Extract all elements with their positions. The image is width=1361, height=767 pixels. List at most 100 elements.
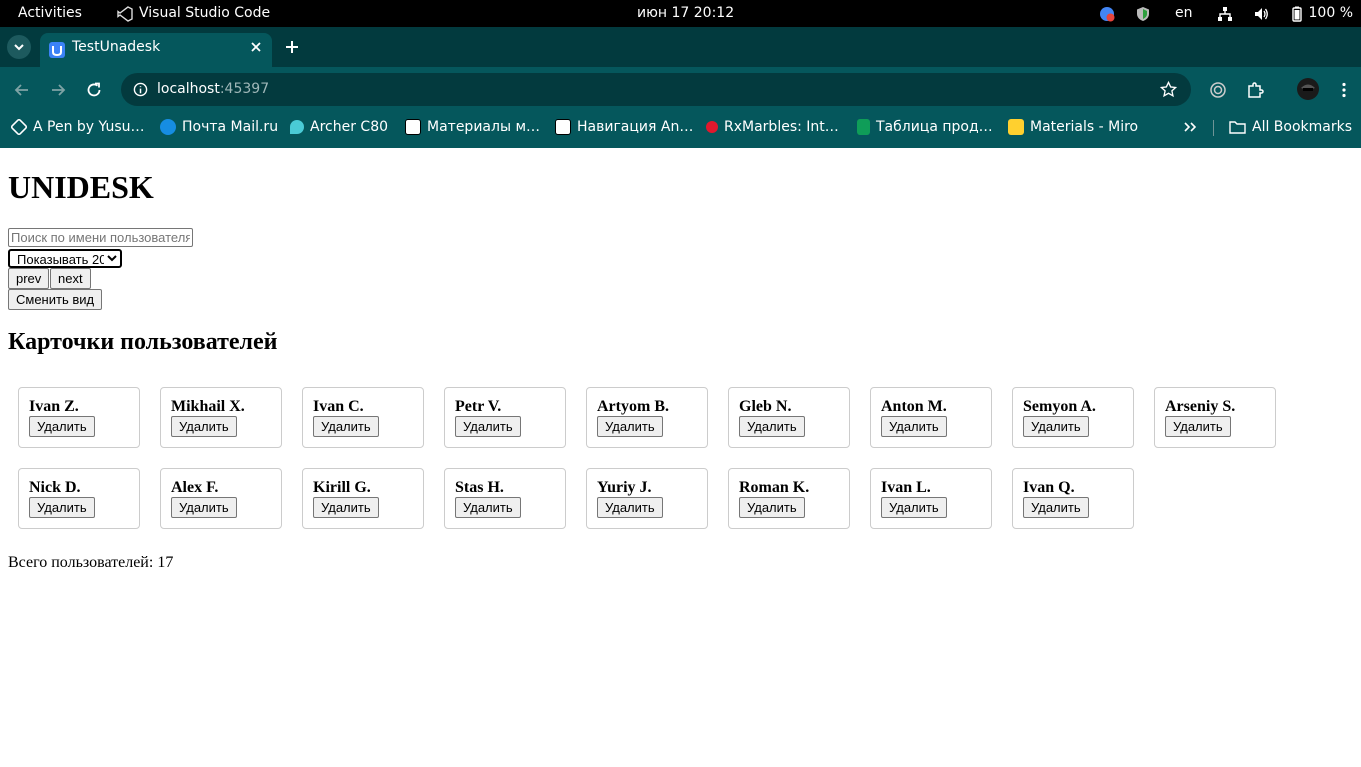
user-name: Ivan L. [881,479,931,496]
close-icon[interactable] [249,40,263,54]
bookmark-item[interactable]: A Pen by Yusu… [9,112,145,142]
battery-icon [1291,6,1302,22]
user-name: Gleb N. [739,398,792,415]
all-bookmarks-button[interactable]: All Bookmarks [1229,112,1352,142]
volume-icon [1254,7,1268,20]
notion-icon [555,119,571,135]
delete-user-button[interactable]: Удалить [455,416,521,437]
rxmarbles-icon [706,121,718,133]
user-name: Stas H. [455,479,504,496]
bookmark-label: Материалы м… [427,119,541,135]
delete-user-button[interactable]: Удалить [29,497,95,518]
toggle-view-button[interactable]: Сменить вид [8,289,103,310]
bookmark-star-icon[interactable] [1160,81,1177,98]
user-card: Semyon A. Удалить [1012,387,1134,448]
user-card: Yuriy J. Удалить [586,468,708,529]
tab-title: TestUnadesk [72,39,161,55]
user-card: Petr V. Удалить [444,387,566,448]
delete-user-button[interactable]: Удалить [29,416,95,437]
clock[interactable]: июн 17 20:12 [637,0,734,27]
url-host: localhost [157,81,220,97]
page-title: UNIDESK [8,169,154,205]
bookmark-label: Таблица прод… [876,119,993,135]
chevron-double-right-icon [1184,122,1197,132]
delete-user-button[interactable]: Удалить [881,416,947,437]
site-info-icon[interactable] [133,82,148,97]
user-card: Kirill G. Удалить [302,468,424,529]
user-card: Ivan C. Удалить [302,387,424,448]
focused-app-menu[interactable]: Visual Studio Code [117,0,270,27]
bookmarks-overflow-button[interactable] [1183,112,1197,142]
keyboard-layout[interactable]: en [1175,0,1193,27]
all-bookmarks-label: All Bookmarks [1252,119,1353,135]
user-name: Semyon A. [1023,398,1096,415]
page-size-select[interactable]: Показывать 20 [8,249,122,268]
address-bar[interactable]: localhost:45397 [121,73,1191,106]
tab-strip: TestUnadesk [0,27,1361,67]
page-content: UNIDESK Показывать 20 prev next Сменить … [0,148,1361,767]
delete-user-button[interactable]: Удалить [739,497,805,518]
extensions-puzzle-icon[interactable] [1246,81,1264,99]
user-name: Petr V. [455,398,502,415]
extension-target-icon[interactable] [1209,81,1227,99]
profile-avatar-icon[interactable] [1297,78,1319,100]
sheets-icon [857,119,870,135]
user-name: Yuriy J. [597,479,652,496]
prev-button[interactable]: prev [8,268,50,289]
delete-user-button[interactable]: Удалить [881,497,947,518]
bookmark-label: Archer C80 [310,119,389,135]
delete-user-button[interactable]: Удалить [171,497,237,518]
delete-user-button[interactable]: Удалить [455,497,521,518]
new-tab-icon[interactable] [284,39,300,55]
tab-search-button[interactable] [7,35,31,59]
system-tray[interactable]: en 100 % [1089,0,1353,27]
delete-user-button[interactable]: Удалить [313,416,379,437]
bookmark-item[interactable]: Материалы м… [405,112,540,142]
user-card: Mikhail X. Удалить [160,387,282,448]
bookmark-item[interactable]: RxMarbles: Int… [706,112,839,142]
reload-icon[interactable] [85,81,103,99]
user-card: Artyom B. Удалить [586,387,708,448]
unidesk-favicon-icon [49,42,65,58]
network-icon [1217,6,1232,21]
battery-percent: 100 % [1308,5,1353,21]
bookmarks-divider [1213,120,1214,136]
url-text: localhost:45397 [157,73,269,106]
delete-user-button[interactable]: Удалить [1165,416,1231,437]
delete-user-button[interactable]: Удалить [597,416,663,437]
forward-icon[interactable] [49,81,67,99]
delete-user-button[interactable]: Удалить [597,497,663,518]
activities-button[interactable]: Activities [18,0,82,27]
tab-testunadesk[interactable]: TestUnadesk [40,33,272,67]
user-card: Roman K. Удалить [728,468,850,529]
next-button[interactable]: next [50,268,91,289]
user-card: Ivan Z. Удалить [18,387,140,448]
url-port: :45397 [219,81,270,97]
user-card: Alex F. Удалить [160,468,282,529]
delete-user-button[interactable]: Удалить [171,416,237,437]
chevron-down-icon [14,44,24,51]
delete-user-button[interactable]: Удалить [739,416,805,437]
kebab-menu-icon[interactable] [1335,81,1353,99]
bookmark-label: A Pen by Yusu… [33,119,145,135]
bookmark-item[interactable]: Навигация An… [555,112,693,142]
back-icon[interactable] [13,81,31,99]
user-card: Ivan L. Удалить [870,468,992,529]
user-name: Roman K. [739,479,810,496]
total-users: Всего пользователей: 17 [8,554,174,571]
shield-icon [1137,6,1150,21]
user-name: Artyom B. [597,398,669,415]
bookmark-label: RxMarbles: Int… [724,119,839,135]
bookmark-item[interactable]: Почта Mail.ru [160,112,278,142]
bookmark-item[interactable]: Таблица прод… [857,112,993,142]
browser-toolbar: localhost:45397 [0,67,1361,112]
bookmark-item[interactable]: Materials - Miro [1008,112,1138,142]
user-name: Arseniy S. [1165,398,1236,415]
search-input[interactable] [8,228,193,247]
delete-user-button[interactable]: Удалить [1023,497,1089,518]
user-card: Stas H. Удалить [444,468,566,529]
delete-user-button[interactable]: Удалить [313,497,379,518]
bookmark-item[interactable]: Archer C80 [290,112,388,142]
delete-user-button[interactable]: Удалить [1023,416,1089,437]
bookmark-label: Materials - Miro [1030,119,1139,135]
